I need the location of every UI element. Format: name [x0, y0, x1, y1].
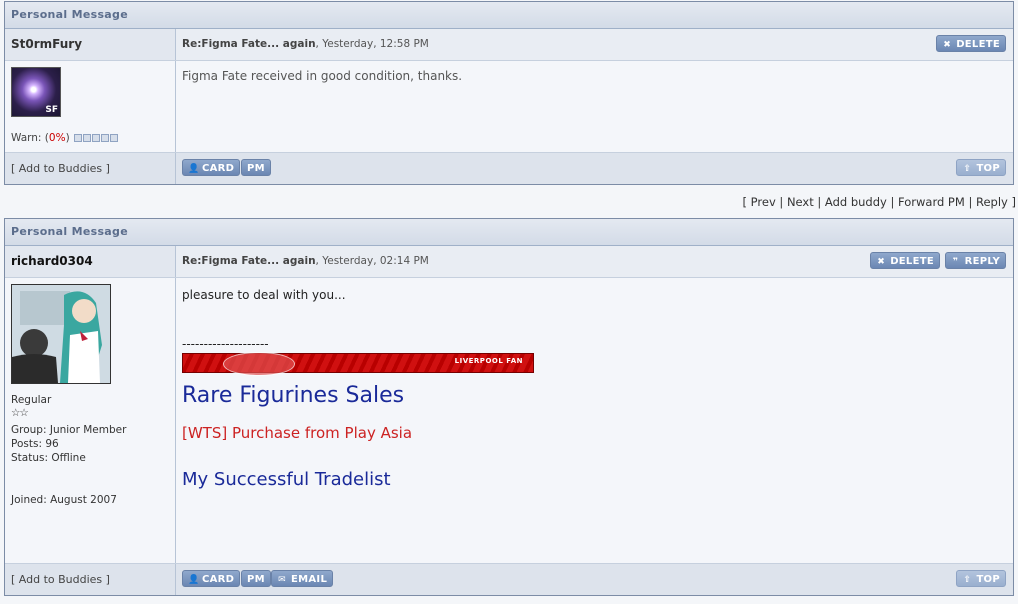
arrow-up-icon: ⇧	[963, 575, 972, 585]
quote-icon: ❞	[952, 257, 959, 267]
pm-subject-line: Re:Figma Fate... again, Yesterday, 02:14…	[182, 255, 429, 267]
star-icon: ☆☆	[11, 407, 29, 419]
reply-button[interactable]: ❞ REPLY	[944, 252, 1006, 269]
warn-box	[83, 134, 92, 142]
warn-box	[92, 134, 101, 142]
card-button[interactable]: 👤 CARD	[182, 570, 241, 587]
add-to-buddies-link[interactable]: [ Add to Buddies ]	[11, 573, 110, 586]
username[interactable]: richard0304	[5, 246, 176, 277]
pm-date: , Yesterday, 02:14 PM	[315, 255, 429, 267]
x-icon: ✖	[877, 257, 886, 267]
prev-link[interactable]: Prev	[751, 195, 776, 209]
signature-banner: LIVERPOOL FAN	[182, 352, 534, 376]
next-link[interactable]: Next	[787, 195, 814, 209]
signature-title-link[interactable]: Rare Figurines Sales	[182, 383, 404, 408]
pm-header: Personal Message	[5, 2, 1013, 29]
arrow-up-icon: ⇧	[963, 164, 972, 174]
delete-button[interactable]: ✖ DELETE	[870, 252, 940, 269]
warn-box	[101, 134, 110, 142]
pm-subject: Re:Figma Fate... again	[182, 38, 316, 50]
user-posts: Posts: 96	[11, 438, 59, 450]
crest-icon	[223, 352, 295, 376]
avatar	[11, 284, 111, 384]
pm-message-1: Personal Message St0rmFury Re:Figma Fate…	[4, 1, 1014, 185]
pm-subject: Re:Figma Fate... again	[182, 255, 316, 267]
pm-button[interactable]: PM	[241, 570, 271, 587]
pm-navigation: [ Prev | Next | Add buddy | Forward PM |…	[742, 195, 1017, 209]
avatar: SF	[11, 67, 61, 117]
user-status: Status: Offline	[11, 452, 86, 464]
pm-body-row: SF Warn: (0%) Figma Fate received in goo…	[5, 61, 1013, 152]
signature-separator: --------------------	[182, 337, 269, 351]
user-group: Group: Junior Member	[11, 424, 127, 436]
add-buddy-link[interactable]: Add buddy	[825, 195, 887, 209]
warn-box	[74, 134, 83, 142]
delete-button[interactable]: ✖ DELETE	[936, 35, 1006, 52]
envelope-icon: ✉	[278, 575, 286, 585]
pm-button[interactable]: PM	[241, 159, 271, 176]
card-button[interactable]: 👤 CARD	[182, 159, 241, 176]
pm-subject-line: Re:Figma Fate... again, Yesterday, 12:58…	[182, 38, 429, 50]
warn-level: Warn: (0%)	[11, 132, 119, 144]
pm-header: Personal Message	[5, 219, 1013, 246]
user-joined: Joined: August 2007	[11, 494, 117, 506]
pm-body-text: Figma Fate received in good condition, t…	[182, 69, 463, 83]
pm-date: , Yesterday, 12:58 PM	[315, 38, 429, 50]
signature-wts-link[interactable]: [WTS] Purchase from Play Asia	[182, 424, 412, 442]
pm-message-2: Personal Message richard0304 Re:Figma Fa…	[4, 218, 1014, 596]
pm-footer-row: [ Add to Buddies ] 👤 CARD PM ✉ EMAIL ⇧ TOP	[5, 563, 1013, 595]
username[interactable]: St0rmFury	[5, 29, 176, 60]
add-to-buddies-link[interactable]: [ Add to Buddies ]	[11, 162, 110, 175]
pm-name-row: richard0304 Re:Figma Fate... again, Yest…	[5, 246, 1013, 278]
avatar-image	[12, 285, 110, 383]
pm-body-text: pleasure to deal with you...	[182, 288, 346, 302]
user-icon: 👤	[188, 575, 200, 585]
x-icon: ✖	[943, 40, 952, 50]
pm-body-row: Regular ☆☆ Group: Junior Member Posts: 9…	[5, 278, 1013, 563]
pm-name-row: St0rmFury Re:Figma Fate... again, Yester…	[5, 29, 1013, 61]
top-button[interactable]: ⇧ TOP	[956, 159, 1006, 176]
top-button[interactable]: ⇧ TOP	[956, 570, 1006, 587]
warn-box	[110, 134, 119, 142]
reply-link[interactable]: Reply	[976, 195, 1008, 209]
user-icon: 👤	[188, 164, 200, 174]
signature-tradelist-link[interactable]: My Successful Tradelist	[182, 469, 391, 490]
pm-footer-row: [ Add to Buddies ] 👤 CARD PM ⇧ TOP	[5, 152, 1013, 184]
user-rank: Regular	[11, 394, 52, 406]
email-button[interactable]: ✉ EMAIL	[271, 570, 334, 587]
forward-pm-link[interactable]: Forward PM	[898, 195, 965, 209]
